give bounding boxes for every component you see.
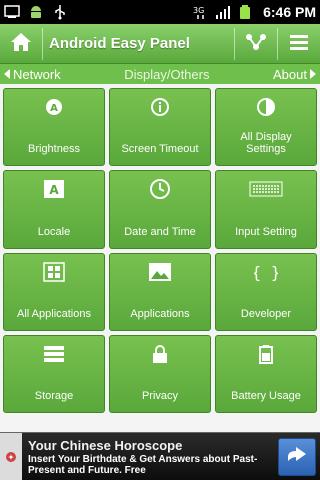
network-data-icon: 3G [193,4,209,20]
tile-privacy[interactable]: Privacy [109,334,211,413]
menu-button[interactable] [278,24,320,64]
usb-icon [52,4,68,20]
tile-label: Screen Timeout [121,143,199,156]
android-icon [28,4,44,20]
tile-storage[interactable]: Storage [3,334,105,413]
share-icon [245,32,267,56]
ad-title: Your Chinese Horoscope [28,437,183,453]
tile-label: Locale [37,225,71,238]
nav-prev-network[interactable]: Network [4,67,61,82]
svg-text:✦: ✦ [8,453,15,462]
tile-developer[interactable]: { } Developer [215,252,317,331]
tile-label: Date and Time [124,225,196,238]
tile-label: Brightness [28,143,80,156]
tile-label: All Applications [17,307,91,320]
lock-icon [151,344,169,364]
nav-prev-label: Network [13,66,61,82]
ad-action-button[interactable] [278,437,316,476]
status-time: 6:46 PM [263,4,316,20]
app-root: 3G 6:46 PM Android Easy Panel Network Di… [0,0,320,480]
settings-grid: A Brightness Screen Timeout All Display … [3,88,317,413]
usb-debug-icon [4,4,20,20]
chevron-left-icon [4,69,10,79]
status-left-icons [4,4,68,20]
signal-icon [215,4,231,20]
ad-text: Your Chinese Horoscope Insert Your Birth… [22,438,278,476]
svg-text:3G: 3G [193,6,204,15]
tile-input-setting[interactable]: Input Setting [215,170,317,249]
tile-label: Input Setting [235,225,297,238]
tile-label: Developer [240,307,292,320]
ad-thumbnail: ✦ [0,432,22,480]
svg-text:{ }: { } [254,263,278,282]
nav-next-about[interactable]: About [273,67,316,82]
image-icon [148,262,172,282]
app-header: Android Easy Panel [0,24,320,64]
home-icon [10,32,32,56]
contrast-icon [256,97,276,117]
ad-body: Insert Your Birthdate & Get Answers abou… [28,453,258,476]
storage-icon [43,344,65,364]
tile-label: Applications [130,307,190,320]
tile-date-and-time[interactable]: Date and Time [109,170,211,249]
tile-label: Storage [34,390,74,402]
section-nav: Network Display/Others About [0,64,320,84]
home-button[interactable] [0,24,42,64]
chevron-right-icon [309,69,316,79]
svg-text:A: A [50,103,58,114]
tile-label: All Display Settings [240,131,292,156]
arrow-right-icon [286,445,308,469]
tile-all-display-settings[interactable]: All Display Settings [215,88,317,167]
clock-icon [149,179,171,200]
tile-label: Battery Usage [231,390,301,402]
svg-text:A: A [49,183,59,197]
nav-current-section: Display/Others [124,66,210,82]
braces-icon: { } [254,262,278,282]
locale-icon: A [43,179,65,199]
status-bar: 3G 6:46 PM [0,0,320,24]
tile-screen-timeout[interactable]: Screen Timeout [109,88,211,167]
tile-applications[interactable]: Applications [109,252,211,331]
tile-brightness[interactable]: A Brightness [3,88,105,167]
tile-locale[interactable]: A Locale [3,170,105,249]
share-button[interactable] [235,24,277,64]
battery-icon [237,4,253,20]
keyboard-icon [249,179,283,199]
app-title: Android Easy Panel [49,35,190,52]
tile-label: Privacy [141,390,179,402]
nav-next-label: About [273,66,307,82]
tile-all-applications[interactable]: All Applications [3,252,105,331]
apps-grid-icon [43,261,65,282]
tile-battery-usage[interactable]: Battery Usage [215,334,317,413]
ad-banner[interactable]: ✦ Your Chinese Horoscope Insert Your Bir… [0,432,320,480]
status-right-icons: 3G 6:46 PM [193,4,316,20]
info-icon [150,97,170,117]
brightness-icon: A [44,97,64,117]
battery-usage-icon [259,344,273,364]
menu-icon [289,33,309,55]
